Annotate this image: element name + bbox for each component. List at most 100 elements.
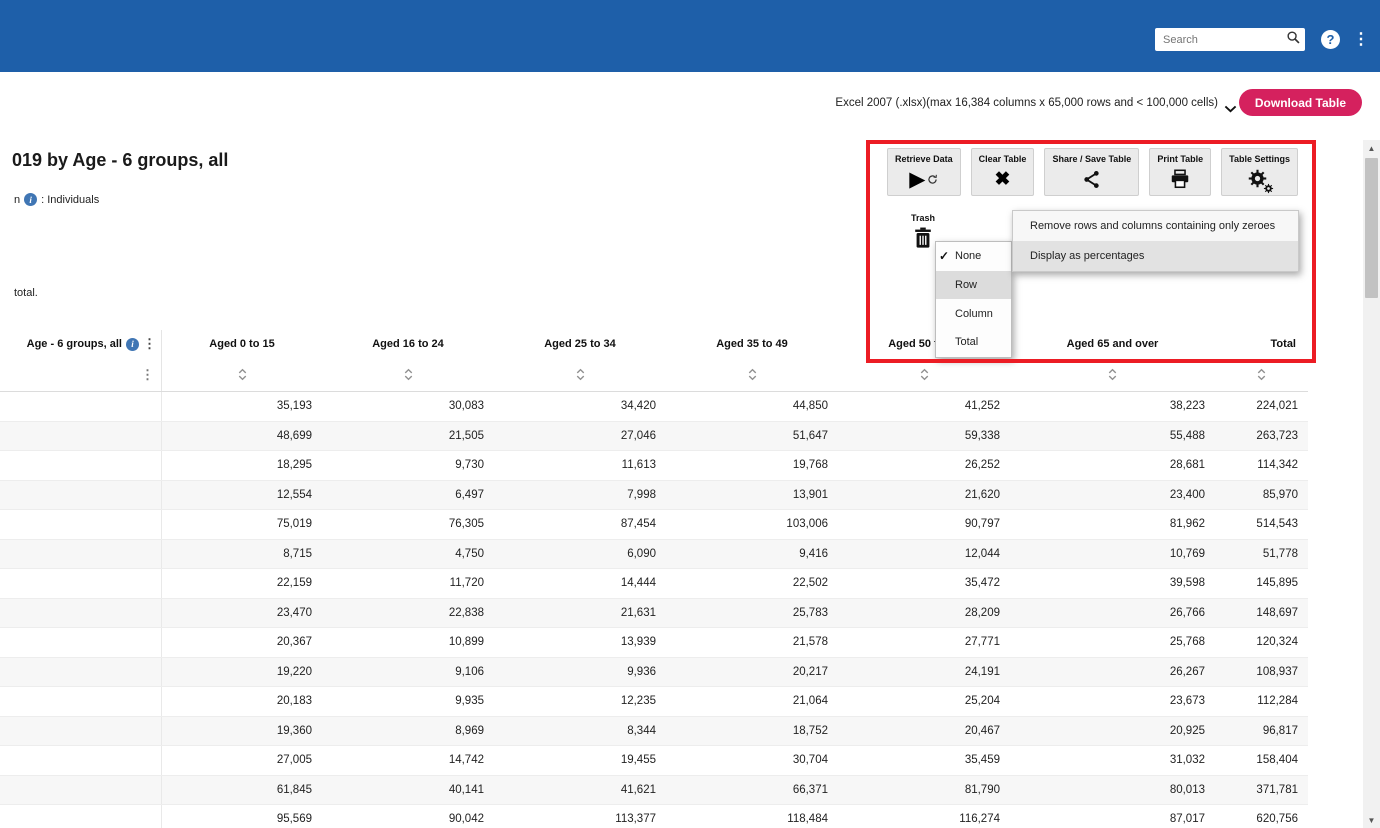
table-cell: 90,042 [322,805,494,828]
table-cell: 26,766 [1010,599,1215,628]
download-table-button[interactable]: Download Table [1239,89,1362,116]
trash-menu-item-none[interactable]: ✓ None [936,242,1011,271]
column-menu-icon[interactable]: ⋮ [141,367,154,383]
table-row: 27,00514,74219,45530,70435,45931,032158,… [0,746,1308,776]
table-cell: 14,444 [494,569,666,598]
table-cell: 113,377 [494,805,666,828]
trash-menu: ✓ None Row Column Total [935,241,1012,358]
menu-item-label: Display as percentages [1030,250,1144,262]
table-cell: 48,699 [162,422,322,451]
table-row: 19,3608,9698,34418,75220,46720,92596,817 [0,717,1308,747]
scrollbar-thumb[interactable] [1365,158,1378,298]
table-cell: 145,895 [1215,569,1308,598]
info-icon[interactable]: i [24,193,37,206]
table-cell: 38,223 [1010,392,1215,421]
table-row: 95,56990,042113,377118,484116,27487,0176… [0,805,1308,828]
table-cell: 90,797 [838,510,1010,539]
chevron-down-icon[interactable] [1224,100,1237,118]
sort-toggle[interactable] [666,358,838,391]
table-cell: 18,752 [666,717,838,746]
table-cell: 9,936 [494,658,666,687]
table-cell: 80,013 [1010,776,1215,805]
help-icon[interactable]: ? [1321,30,1340,49]
table-cell: 96,817 [1215,717,1308,746]
trash-menu-item-total[interactable]: Total [936,328,1011,357]
trash-menu-item-row[interactable]: Row [936,271,1011,300]
row-dimension-sort-cell[interactable]: ⋮ [0,358,162,391]
table-cell: 22,159 [162,569,322,598]
retrieve-data-button[interactable]: Retrieve Data ▶ [887,148,961,196]
info-icon[interactable]: i [126,338,139,351]
row-label-cell [0,658,162,687]
column-header[interactable]: Aged 25 to 34 [494,330,666,358]
table-cell: 21,578 [666,628,838,657]
table-cell: 12,554 [162,481,322,510]
row-label-cell [0,510,162,539]
subtitle-fragment: n [14,194,20,206]
table-cell: 20,467 [838,717,1010,746]
menu-item-label: Row [955,279,977,291]
table-header-row: Age - 6 groups, all i ⋮ Aged 0 to 15Aged… [0,330,1308,358]
column-header[interactable]: Aged 35 to 49 [666,330,838,358]
table-cell: 118,484 [666,805,838,828]
table-row: 19,2209,1069,93620,21724,19126,267108,93… [0,658,1308,688]
overflow-menu-icon[interactable]: ⋮ [1353,29,1369,49]
sort-toggle[interactable] [162,358,322,391]
column-header[interactable]: Aged 65 and over [1010,330,1215,358]
table-cell: 112,284 [1215,687,1308,716]
table-cell: 23,673 [1010,687,1215,716]
row-label-cell [0,599,162,628]
table-cell: 9,106 [322,658,494,687]
table-cell: 41,252 [838,392,1010,421]
gear-icon [1247,167,1273,192]
settings-menu-item-remove-zeroes[interactable]: Remove rows and columns containing only … [1013,211,1298,241]
table-row: 20,1839,93512,23521,06425,20423,673112,2… [0,687,1308,717]
print-table-button[interactable]: Print Table [1149,148,1211,196]
row-label-cell [0,746,162,775]
search-icon[interactable] [1286,30,1301,50]
search-input[interactable] [1155,34,1286,46]
sort-toggle[interactable] [1215,358,1308,391]
download-bar: Excel 2007 (.xlsx)(max 16,384 columns x … [0,72,1380,130]
table-cell: 224,021 [1215,392,1308,421]
scroll-down-icon[interactable]: ▼ [1363,812,1380,828]
table-cell: 26,267 [1010,658,1215,687]
table-cell: 44,850 [666,392,838,421]
table-cell: 30,083 [322,392,494,421]
sort-toggle[interactable] [322,358,494,391]
table-row: 61,84540,14141,62166,37181,79080,013371,… [0,776,1308,806]
table-cell: 9,730 [322,451,494,480]
table-settings-button[interactable]: Table Settings [1221,148,1298,196]
row-dimension-label: Age - 6 groups, all [27,338,122,350]
table-cell: 23,400 [1010,481,1215,510]
column-header[interactable]: Aged 16 to 24 [322,330,494,358]
row-label-cell [0,569,162,598]
sort-toggle[interactable] [494,358,666,391]
clear-table-button[interactable]: Clear Table ✖ [971,148,1035,196]
column-menu-icon[interactable]: ⋮ [143,336,156,352]
vertical-scrollbar[interactable]: ▲ ▼ [1363,140,1380,828]
table-cell: 10,769 [1010,540,1215,569]
scroll-up-icon[interactable]: ▲ [1363,140,1380,156]
share-save-table-button[interactable]: Share / Save Table [1044,148,1139,196]
trash-menu-item-column[interactable]: Column [936,299,1011,328]
table-cell: 75,019 [162,510,322,539]
table-cell: 25,783 [666,599,838,628]
settings-menu-item-display-percentages[interactable]: Display as percentages [1013,241,1298,271]
check-icon: ✓ [939,249,949,263]
menu-item-label: Remove rows and columns containing only … [1030,220,1275,232]
export-format-selector[interactable]: Excel 2007 (.xlsx)(max 16,384 columns x … [835,97,1218,109]
sort-toggle[interactable] [1010,358,1215,391]
table-cell: 35,472 [838,569,1010,598]
column-header[interactable]: Total [1215,330,1308,358]
table-cell: 11,720 [322,569,494,598]
table-cell: 21,505 [322,422,494,451]
row-dimension-header[interactable]: Age - 6 groups, all i ⋮ [0,330,162,358]
table-cell: 8,715 [162,540,322,569]
column-header[interactable]: Aged 0 to 15 [162,330,322,358]
table-cell: 8,969 [322,717,494,746]
row-label-cell [0,392,162,421]
row-label-cell [0,776,162,805]
table-cell: 514,543 [1215,510,1308,539]
sort-toggle[interactable] [838,358,1010,391]
